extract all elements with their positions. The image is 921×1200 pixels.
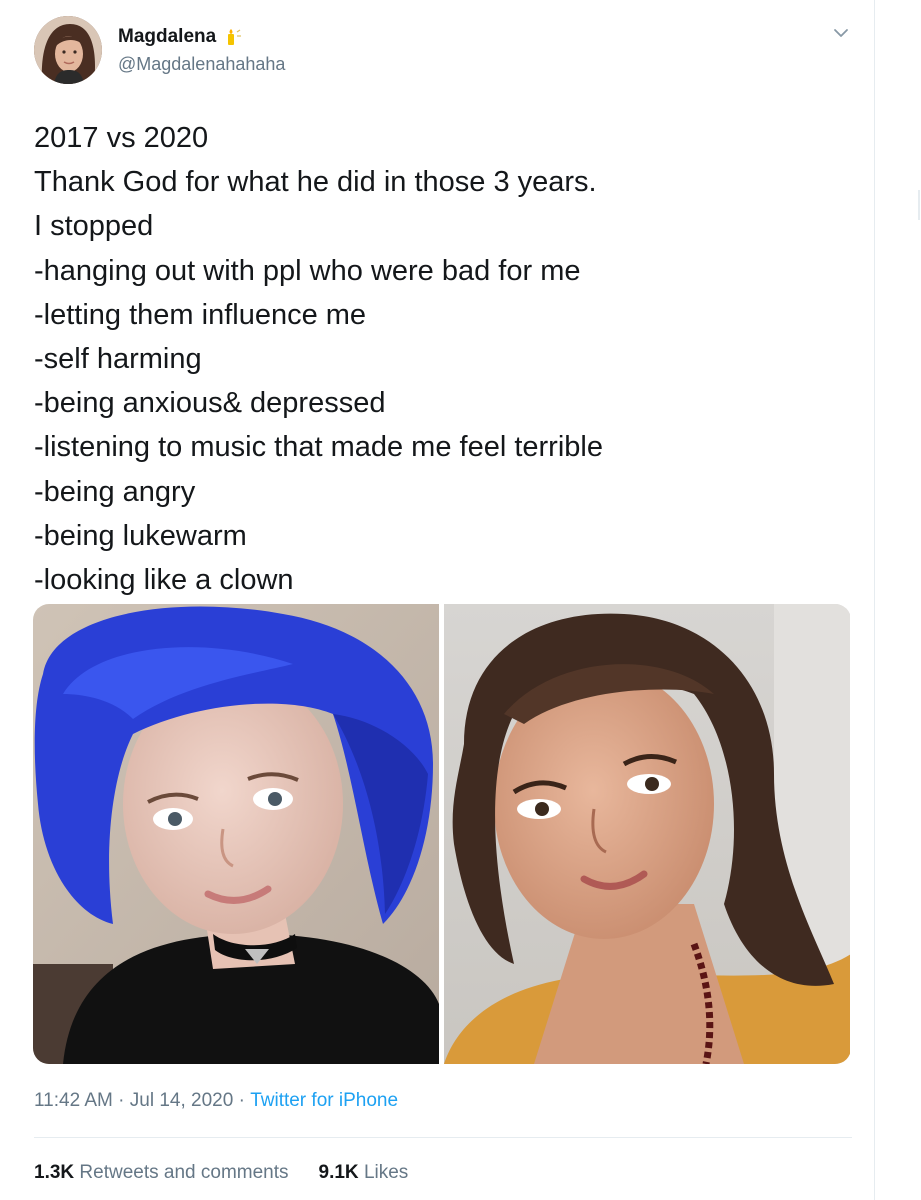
tweet-meta: 11:42 AM · Jul 14, 2020 · Twitter for iP… xyxy=(34,1090,398,1112)
tweet-line: -looking like a clown xyxy=(34,564,294,597)
retweets-stat[interactable]: 1.3K Retweets and comments xyxy=(34,1162,289,1184)
author-block: Magdalena @Magdalenahahaha xyxy=(118,24,285,75)
meta-separator: · xyxy=(233,1090,251,1111)
photo-2020[interactable] xyxy=(444,604,850,1064)
tweet-line: -being lukewarm xyxy=(34,519,247,552)
tweet-line: I stopped xyxy=(34,210,154,243)
tweet-line: -hanging out with ppl who were bad for m… xyxy=(34,254,581,287)
likes-stat[interactable]: 9.1K Likes xyxy=(319,1162,409,1184)
candle-icon xyxy=(224,28,242,46)
tweet-line: -self harming xyxy=(34,343,202,376)
right-edge-strip xyxy=(876,0,921,1200)
tweet-source-link[interactable]: Twitter for iPhone xyxy=(250,1090,398,1112)
tweet-line: Thank God for what he did in those 3 yea… xyxy=(34,166,597,199)
avatar-image xyxy=(34,16,102,84)
tweet-text: 2017 vs 2020 Thank God for what he did i… xyxy=(34,116,854,602)
author-handle[interactable]: @Magdalenahahaha xyxy=(118,54,285,75)
tweet-line: -listening to music that made me feel te… xyxy=(34,431,603,464)
author-name[interactable]: Magdalena xyxy=(118,26,216,48)
tweet-line: -being angry xyxy=(34,475,196,508)
likes-count: 9.1K xyxy=(318,1162,359,1183)
scroll-edge xyxy=(918,190,920,220)
chevron-down-icon[interactable] xyxy=(830,22,852,44)
tweet-stats: 1.3K Retweets and comments 9.1K Likes xyxy=(34,1162,408,1184)
likes-label: Likes xyxy=(363,1162,409,1183)
tweet-date[interactable]: Jul 14, 2020 xyxy=(130,1090,234,1112)
retweets-label: Retweets and comments xyxy=(79,1162,289,1183)
tweet-time[interactable]: 11:42 AM xyxy=(34,1090,113,1112)
divider xyxy=(34,1137,852,1138)
author-name-row: Magdalena xyxy=(118,24,285,50)
tweet-line: 2017 vs 2020 xyxy=(34,122,209,154)
photo-2017[interactable] xyxy=(33,604,439,1064)
avatar[interactable] xyxy=(34,16,102,84)
tweet-line: -being anxious& depressed xyxy=(34,387,386,420)
retweets-count: 1.3K xyxy=(34,1162,75,1183)
tweet-line: -letting them influence me xyxy=(34,298,367,331)
tweet-card: Magdalena @Magdalenahahaha 2017 vs 2020 … xyxy=(0,0,875,1200)
meta-separator: · xyxy=(112,1090,130,1111)
tweet-media xyxy=(33,604,851,1064)
